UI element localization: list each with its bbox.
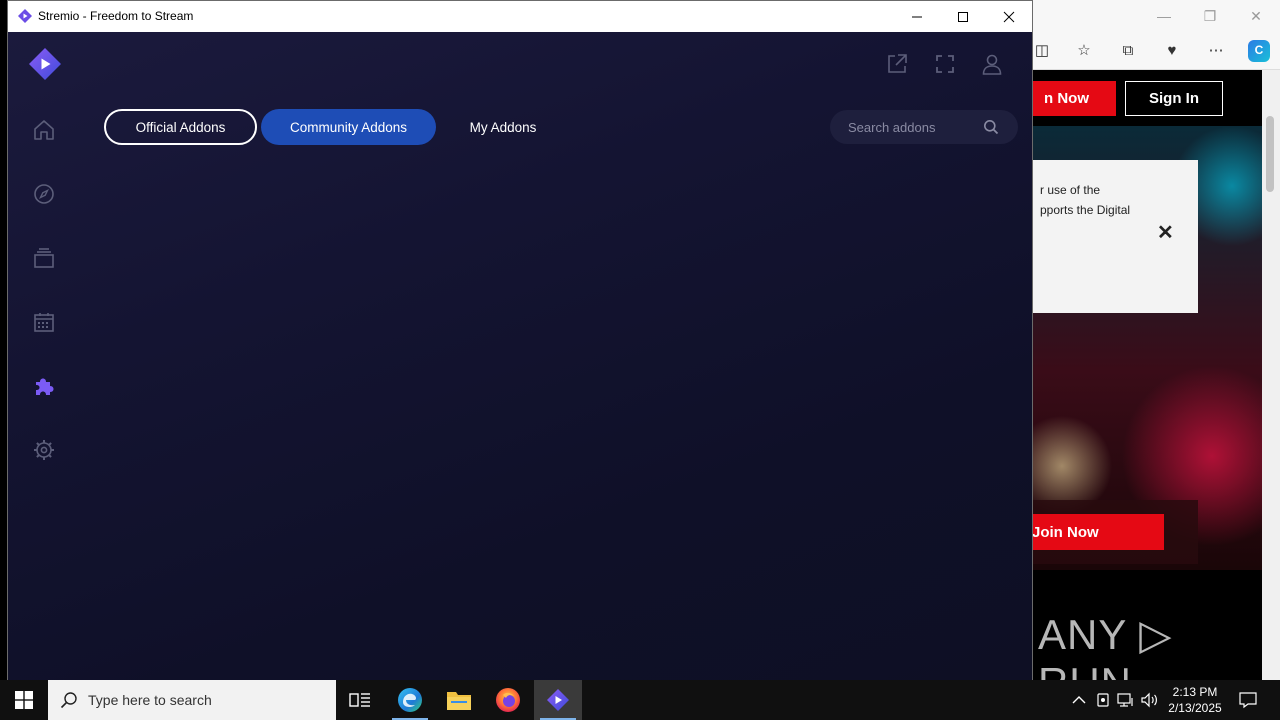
- tab-community-addons[interactable]: Community Addons: [261, 109, 436, 145]
- stremio-logo-icon: [18, 9, 32, 23]
- task-view-button[interactable]: [336, 680, 384, 720]
- copilot-icon[interactable]: C: [1248, 40, 1270, 62]
- taskbar-firefox[interactable]: [484, 680, 532, 720]
- maximize-icon: [958, 11, 968, 22]
- chevron-up-icon: [1072, 696, 1086, 704]
- external-link-icon: [888, 54, 907, 73]
- notification-icon: [1239, 692, 1257, 709]
- browser-essentials-icon[interactable]: ♥: [1162, 41, 1182, 61]
- settings-icon: [34, 440, 54, 460]
- close-icon: [1003, 11, 1015, 22]
- windows-icon: [15, 691, 33, 709]
- tab-official-addons[interactable]: Official Addons: [104, 109, 257, 145]
- stremio-window: Stremio - Freedom to Stream Official Add…: [7, 0, 1033, 680]
- cookie-text-line2: pports the Digital: [1040, 203, 1131, 217]
- notifications-button[interactable]: [1238, 690, 1258, 710]
- library-icon: [34, 248, 54, 268]
- browser-scrollbar-thumb[interactable]: [1266, 116, 1274, 192]
- addons-icon: [36, 378, 54, 395]
- folder-icon: [447, 692, 471, 710]
- open-external-button[interactable]: [884, 51, 910, 77]
- stremio-app: Official Addons Community Addons My Addo…: [8, 32, 1032, 680]
- tab-my-addons[interactable]: My Addons: [445, 109, 561, 145]
- window-titlebar: Stremio - Freedom to Stream: [8, 1, 1032, 32]
- tray-network[interactable]: [1117, 691, 1135, 709]
- close-icon[interactable]: ✕: [1157, 223, 1174, 243]
- join-now-button[interactable]: Join Now: [1032, 514, 1164, 550]
- sidebar-item-library[interactable]: [30, 244, 58, 272]
- window-title: Stremio - Freedom to Stream: [38, 9, 194, 23]
- anyrun-watermark: ANY ▷ RUN: [1038, 611, 1173, 680]
- show-hidden-icons-button[interactable]: [1070, 691, 1088, 709]
- minimize-icon: [912, 16, 922, 17]
- search-bar[interactable]: [830, 110, 1018, 144]
- volume-icon: [1141, 692, 1157, 708]
- tray-volume[interactable]: [1141, 691, 1159, 709]
- join-now-top-button[interactable]: n Now: [1032, 81, 1116, 116]
- collections-icon[interactable]: ⧉: [1118, 41, 1138, 61]
- taskbar-file-explorer[interactable]: [435, 680, 483, 720]
- search-icon: [60, 692, 77, 709]
- taskbar-search[interactable]: Type here to search: [48, 680, 336, 720]
- firefox-icon: [496, 688, 520, 712]
- taskbar-edge[interactable]: [386, 680, 434, 720]
- restore-icon[interactable]: ❐: [1202, 8, 1218, 24]
- discover-icon: [34, 184, 54, 204]
- cookie-banner: r use of the pports the Digital ✕: [1032, 160, 1198, 313]
- sidebar-item-settings[interactable]: [30, 436, 58, 464]
- calendar-icon: [34, 313, 54, 332]
- stremio-logo-icon: [547, 689, 569, 711]
- fullscreen-icon: [936, 55, 954, 73]
- home-icon: [34, 120, 54, 140]
- sidebar-item-addons[interactable]: [30, 372, 58, 400]
- sidebar: [8, 32, 80, 680]
- clock-time: 2:13 PM: [1172, 685, 1218, 699]
- stremio-logo-icon[interactable]: [28, 47, 62, 81]
- clock-date: 2/13/2025: [1168, 701, 1222, 715]
- maximize-button[interactable]: [940, 1, 986, 32]
- taskbar: Type here to search 2:13 PM 2/13/2025: [0, 680, 1280, 720]
- split-screen-icon[interactable]: ◫: [1032, 41, 1052, 61]
- minimize-icon[interactable]: —: [1156, 8, 1172, 24]
- network-icon: [1117, 693, 1133, 707]
- start-button[interactable]: [0, 680, 48, 720]
- browser-titlebar: — ❐ ✕: [1032, 0, 1280, 32]
- sign-in-button[interactable]: Sign In: [1125, 81, 1223, 116]
- user-icon: [982, 54, 1002, 75]
- taskbar-clock[interactable]: 2:13 PM 2/13/2025: [1162, 684, 1228, 716]
- favorites-icon[interactable]: ☆: [1074, 41, 1094, 61]
- taskbar-search-text: Type here to search: [88, 692, 212, 708]
- browser-page: n Now Sign In r use of the pports the Di…: [1032, 70, 1262, 680]
- tray-device[interactable]: [1094, 691, 1112, 709]
- search-input[interactable]: [848, 110, 978, 144]
- edge-icon: [398, 688, 422, 712]
- more-icon[interactable]: ⋯: [1206, 41, 1226, 61]
- taskbar-stremio[interactable]: [534, 680, 582, 720]
- cookie-text-line1: r use of the: [1040, 183, 1101, 197]
- background-browser-window: — ❐ ✕ ◫ ☆ ⧉ ♥ ⋯ C n Now Sign In r use of…: [1032, 0, 1280, 680]
- minimize-button[interactable]: [894, 1, 940, 32]
- sidebar-item-discover[interactable]: [30, 180, 58, 208]
- fullscreen-button[interactable]: [932, 51, 958, 77]
- sidebar-item-home[interactable]: [30, 116, 58, 144]
- close-button[interactable]: [986, 1, 1032, 32]
- profile-button[interactable]: [979, 51, 1005, 77]
- sidebar-item-calendar[interactable]: [30, 308, 58, 336]
- browser-toolbar: ◫ ☆ ⧉ ♥ ⋯ C: [1032, 32, 1280, 70]
- search-icon[interactable]: [983, 119, 999, 135]
- device-icon: [1097, 693, 1109, 707]
- task-view-icon: [349, 693, 370, 707]
- close-icon[interactable]: ✕: [1248, 8, 1264, 24]
